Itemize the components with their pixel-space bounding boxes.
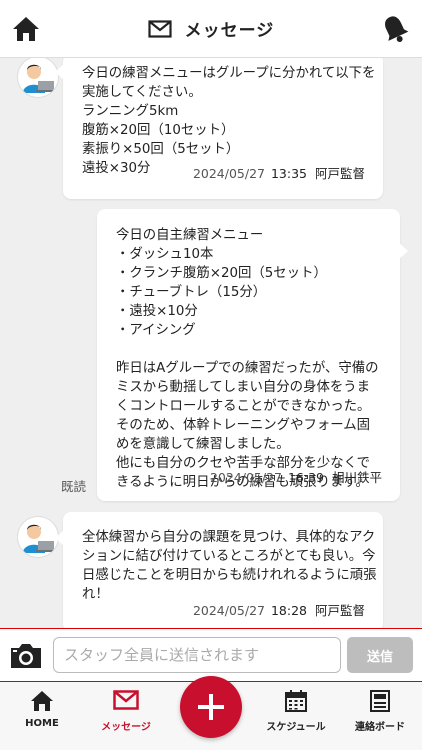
coach-avatar-icon [23, 64, 56, 93]
message-bubble[interactable]: 今日の自主練習メニュー ・ダッシュ10本 ・クランチ腹筋×20回（5セット） ・… [97, 209, 408, 501]
tab-label: HOME [25, 718, 59, 729]
message-text: 今日の自主練習メニュー ・ダッシュ10本 ・クランチ腹筋×20回（5セット） ・… [116, 228, 379, 490]
message-date: 2024/05/27 [192, 166, 265, 181]
message-time: 16:39 [287, 470, 324, 485]
tab-home[interactable]: HOME [0, 682, 84, 750]
tab-label: メッセージ [101, 722, 151, 733]
calendar-icon [285, 690, 307, 712]
mail-icon [113, 690, 139, 710]
page-title-text: メッセージ [184, 21, 275, 41]
tab-board[interactable]: 連絡ボード [338, 682, 422, 750]
avatar [17, 58, 59, 98]
send-button[interactable]: 送信 [347, 637, 413, 673]
message-bubble[interactable]: 全体練習から自分の課題を見つけ、具体的なアク ションに結び付けているところがとて… [55, 512, 383, 628]
app-header: メッセージ [0, 0, 422, 58]
message-text: 全体練習から自分の課題を見つけ、具体的なアク ションに結び付けているところがとて… [82, 530, 377, 602]
camera-icon[interactable] [8, 641, 44, 671]
tab-label: 連絡ボード [355, 722, 405, 733]
chat-area[interactable]: 今日の練習メニューはグループに分かれて以下を 実施してください。 ランニング5k… [0, 58, 422, 628]
message-time: 18:28 [270, 603, 307, 618]
message-time: 13:35 [270, 166, 307, 181]
message-date: 2024/05/27 [192, 603, 265, 618]
coach-avatar-icon [23, 524, 56, 553]
board-icon [370, 690, 390, 712]
message-meta: 2024/05/27 18:28 阿戸監督 [193, 600, 365, 619]
read-receipt: 既読 [61, 479, 87, 494]
bell-icon[interactable] [380, 13, 410, 45]
add-button[interactable] [180, 676, 242, 738]
message-input-bar: 送信 [0, 628, 422, 682]
message-author: 阿戸監督 [314, 603, 365, 618]
tab-label: スケジュール [266, 722, 326, 733]
page-title: メッセージ [0, 16, 422, 41]
message-text: 今日の練習メニューはグループに分かれて以下を 実施してください。 ランニング5k… [82, 66, 376, 176]
tab-message[interactable]: メッセージ [84, 682, 168, 750]
plus-icon [198, 694, 224, 720]
message-meta: 2024/05/27 13:35 阿戸監督 [193, 163, 365, 182]
tab-schedule[interactable]: スケジュール [254, 682, 338, 750]
message-author: 相川鉄平 [331, 470, 382, 485]
mail-icon [148, 19, 172, 38]
message-date: 2024/05/27 [209, 470, 282, 485]
avatar [17, 516, 59, 558]
message-meta: 2024/05/27 16:39 相川鉄平 [210, 467, 382, 486]
message-input[interactable] [53, 637, 341, 673]
message-bubble[interactable]: 今日の練習メニューはグループに分かれて以下を 実施してください。 ランニング5k… [55, 58, 383, 199]
home-icon [31, 691, 53, 711]
message-author: 阿戸監督 [314, 166, 365, 181]
